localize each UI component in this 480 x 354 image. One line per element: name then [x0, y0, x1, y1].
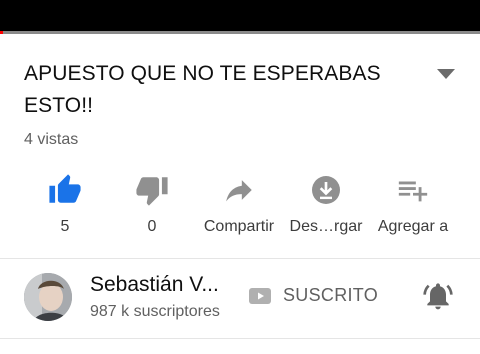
- subscriber-count: 987 k suscriptores: [90, 303, 220, 320]
- like-count: 5: [60, 218, 70, 235]
- avatar[interactable]: [24, 273, 72, 321]
- download-label: Des…rgar: [289, 218, 363, 235]
- video-title-row: APUESTO QUE NO TE ESPERABAS ESTO!!: [24, 58, 464, 122]
- dislike-button[interactable]: 0: [107, 168, 197, 244]
- share-icon: [221, 172, 257, 208]
- like-button[interactable]: 5: [20, 168, 110, 244]
- progress-bar[interactable]: [0, 31, 480, 34]
- view-count: 4 vistas: [24, 131, 79, 148]
- download-icon: [308, 172, 344, 208]
- download-button[interactable]: Des…rgar: [281, 168, 371, 244]
- subscribed-label: SUSCRITO: [283, 285, 379, 305]
- channel-row: Sebastián V... 987 k suscriptores SUSCRI…: [0, 259, 480, 338]
- thumb-down-icon: [134, 172, 170, 208]
- subscribed-button[interactable]: SUSCRITO: [249, 285, 378, 306]
- progress-bar-played: [0, 31, 3, 34]
- share-label: Compartir: [203, 218, 275, 235]
- playlist-add-icon: [395, 172, 431, 208]
- add-to-label: Agregar a: [377, 218, 449, 235]
- video-title: APUESTO QUE NO TE ESPERABAS ESTO!!: [24, 62, 381, 117]
- share-button[interactable]: Compartir: [194, 168, 284, 244]
- chevron-down-icon[interactable]: [432, 64, 460, 84]
- youtube-icon: [249, 287, 271, 304]
- divider: [0, 338, 480, 339]
- add-to-playlist-button[interactable]: Agregar a: [368, 168, 458, 244]
- action-bar: 5 0 Compartir Des…rgar Agregar a: [0, 168, 480, 244]
- thumb-up-icon: [47, 172, 83, 208]
- dislike-count: 0: [147, 218, 157, 235]
- channel-name[interactable]: Sebastián V...: [90, 273, 219, 297]
- video-player[interactable]: [0, 0, 480, 31]
- bell-icon[interactable]: [421, 279, 455, 313]
